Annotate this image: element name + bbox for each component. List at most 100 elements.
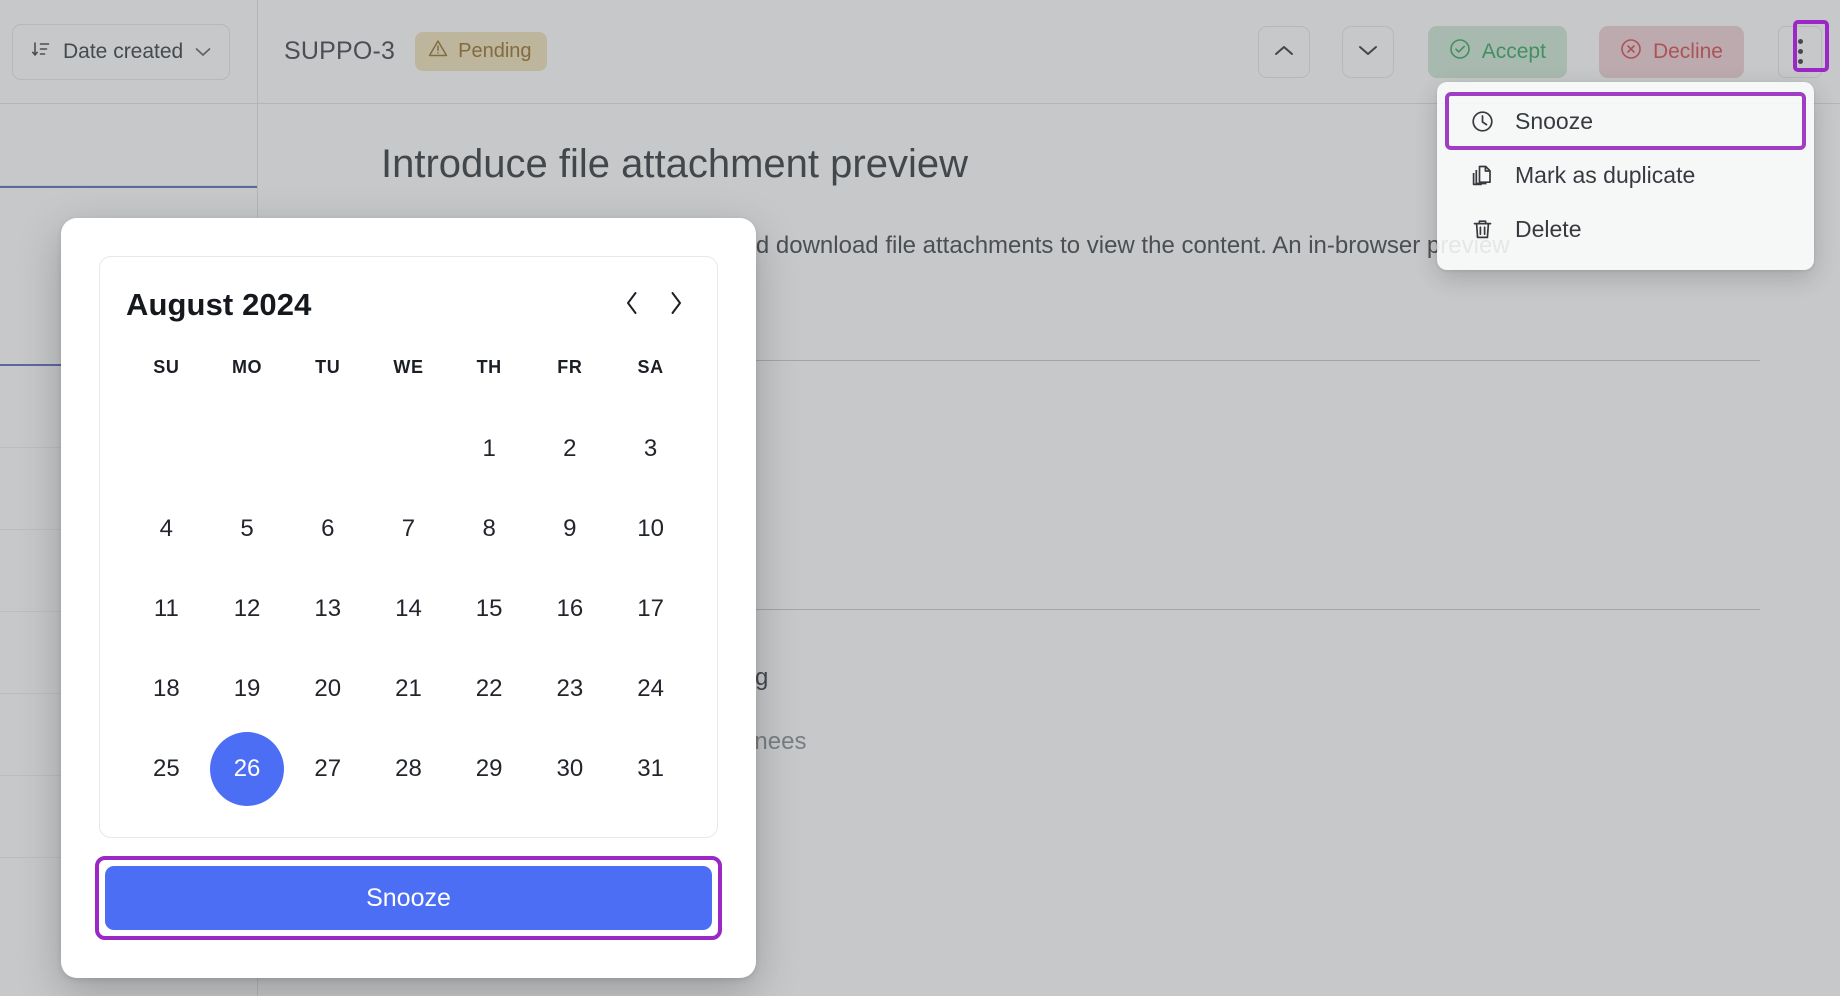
menu-item-mark-as-duplicate[interactable]: Mark as duplicate [1447,148,1804,202]
calendar-day-label: 15 [475,595,503,622]
calendar-day-label: 11 [153,595,179,622]
calendar-empty-cell [207,408,288,489]
calendar-week-row: 1 2 3 [126,408,691,489]
calendar-week-row: 11 12 13 14 15 16 17 [126,569,691,649]
calendar-day-label: 19 [233,675,261,702]
calendar-day-cell[interactable]: 19 [207,649,288,729]
calendar-day-cell[interactable]: 16 [530,569,611,649]
calendar-day-label: 3 [643,434,658,462]
calendar-day-cell[interactable]: 22 [449,649,530,729]
calendar-day-cell[interactable]: 21 [368,649,449,729]
calendar-day-cell[interactable]: 17 [610,569,691,649]
calendar-day-label: 16 [556,595,584,622]
weekday-header: SA [637,357,664,377]
menu-item-label: Delete [1515,215,1582,242]
calendar-day-cell[interactable]: 20 [287,649,368,729]
calendar-day-label: 7 [401,515,416,542]
menu-item-label: Snooze [1515,107,1594,134]
calendar-prev-month-button[interactable] [625,291,639,320]
calendar-day-label: 14 [395,595,422,622]
calendar-day-cell[interactable]: 30 [530,729,611,809]
calendar-day-cell[interactable]: 23 [530,649,611,729]
calendar-day-cell[interactable]: 5 [207,489,288,569]
calendar-day-cell[interactable]: 26 [207,729,288,809]
clock-icon [1469,108,1495,134]
calendar-day-cell[interactable]: 4 [126,489,207,569]
calendar-day-label: 23 [556,675,584,702]
calendar-day-label: 22 [475,675,503,702]
calendar-day-label: 4 [159,515,174,542]
calendar-day-label: 18 [152,675,180,702]
calendar-day-cell[interactable]: 1 [449,408,530,489]
calendar-day-cell[interactable]: 11 [126,569,207,649]
calendar-day-label: 9 [563,515,577,542]
weekday-header: SU [153,357,180,377]
screen-root: Date created SUPPO-3 Pending Accept Decl… [0,0,1840,996]
calendar-day-label: 20 [314,675,342,702]
calendar-day-cell[interactable]: 14 [368,569,449,649]
chevron-right-icon [669,291,683,321]
calendar-day-cell[interactable]: 9 [530,489,611,569]
calendar-day-cell[interactable]: 12 [207,569,288,649]
calendar-day-cell[interactable]: 10 [610,489,691,569]
calendar-day-cell[interactable]: 2 [530,408,611,489]
calendar-day-label: 8 [482,515,496,542]
calendar-day-cell[interactable]: 3 [610,408,691,489]
context-menu: Snooze Mark as duplicate Delete [1437,82,1814,270]
calendar-day-label: 25 [152,755,180,782]
more-options-highlight [1793,20,1829,72]
weekday-header: WE [393,357,424,377]
calendar-day-label [129,408,203,482]
calendar-month-title: August 2024 [126,287,312,322]
weekday-header: TH [476,357,502,377]
calendar-day-cell[interactable]: 28 [368,729,449,809]
chevron-left-icon [625,291,639,321]
copy-icon [1469,162,1495,188]
calendar-day-label: 6 [321,515,335,542]
calendar-header: August 2024 [126,287,691,323]
calendar-day-label [291,408,365,482]
calendar-card: August 2024 SU MO TU WE TH FR SA 1 2 3 4… [99,256,718,838]
calendar-day-cell[interactable]: 24 [610,649,691,729]
calendar-day-cell[interactable]: 7 [368,489,449,569]
calendar-day-cell[interactable]: 13 [287,569,368,649]
calendar-weekday-row: SU MO TU WE TH FR SA [126,357,691,408]
calendar-day-label: 30 [556,755,584,782]
calendar-day-label: 31 [637,755,664,782]
weekday-header: FR [557,357,583,377]
calendar-nav-group [625,291,691,320]
calendar-day-label: 28 [395,755,422,782]
calendar-day-cell[interactable]: 31 [610,729,691,809]
calendar-day-cell[interactable]: 6 [287,489,368,569]
calendar-day-label: 13 [314,595,342,622]
calendar-day-label: 5 [240,515,254,542]
calendar-day-label: 27 [314,755,342,782]
calendar-day-selected: 26 [210,732,285,806]
calendar-day-label: 1 [482,434,496,462]
snooze-date-picker-popover: August 2024 SU MO TU WE TH FR SA 1 2 3 4… [61,218,756,978]
calendar-day-label: 17 [637,595,664,622]
calendar-day-label: 29 [475,755,503,782]
calendar-day-cell[interactable]: 15 [449,569,530,649]
calendar-day-cell[interactable]: 29 [449,729,530,809]
calendar-week-row: 4 5 6 7 8 9 10 [126,489,691,569]
snooze-confirm-button[interactable]: Snooze [105,866,712,930]
menu-item-snooze[interactable]: Snooze [1445,92,1806,150]
calendar-day-label: 10 [637,515,664,542]
snooze-confirm-highlight: Snooze [95,856,722,940]
calendar-next-month-button[interactable] [669,291,683,320]
calendar-empty-cell [287,408,368,489]
weekday-header: TU [315,357,341,377]
calendar-week-row: 25 26 27 28 29 30 31 [126,729,691,809]
weekday-header: MO [231,357,263,377]
calendar-day-label [210,408,284,482]
calendar-day-cell[interactable]: 27 [287,729,368,809]
menu-item-delete[interactable]: Delete [1447,202,1804,256]
calendar-body: 1 2 3 4 5 6 7 8 9 10 11 12 13 14 15 16 17 18 19 20 21 22 23 24 2… [126,408,691,809]
calendar-day-cell[interactable]: 18 [126,649,207,729]
calendar-day-cell[interactable]: 8 [449,489,530,569]
calendar-day-label: 21 [395,675,422,702]
trash-icon [1469,216,1495,242]
calendar-day-label: 24 [637,675,664,702]
calendar-day-cell[interactable]: 25 [126,729,207,809]
